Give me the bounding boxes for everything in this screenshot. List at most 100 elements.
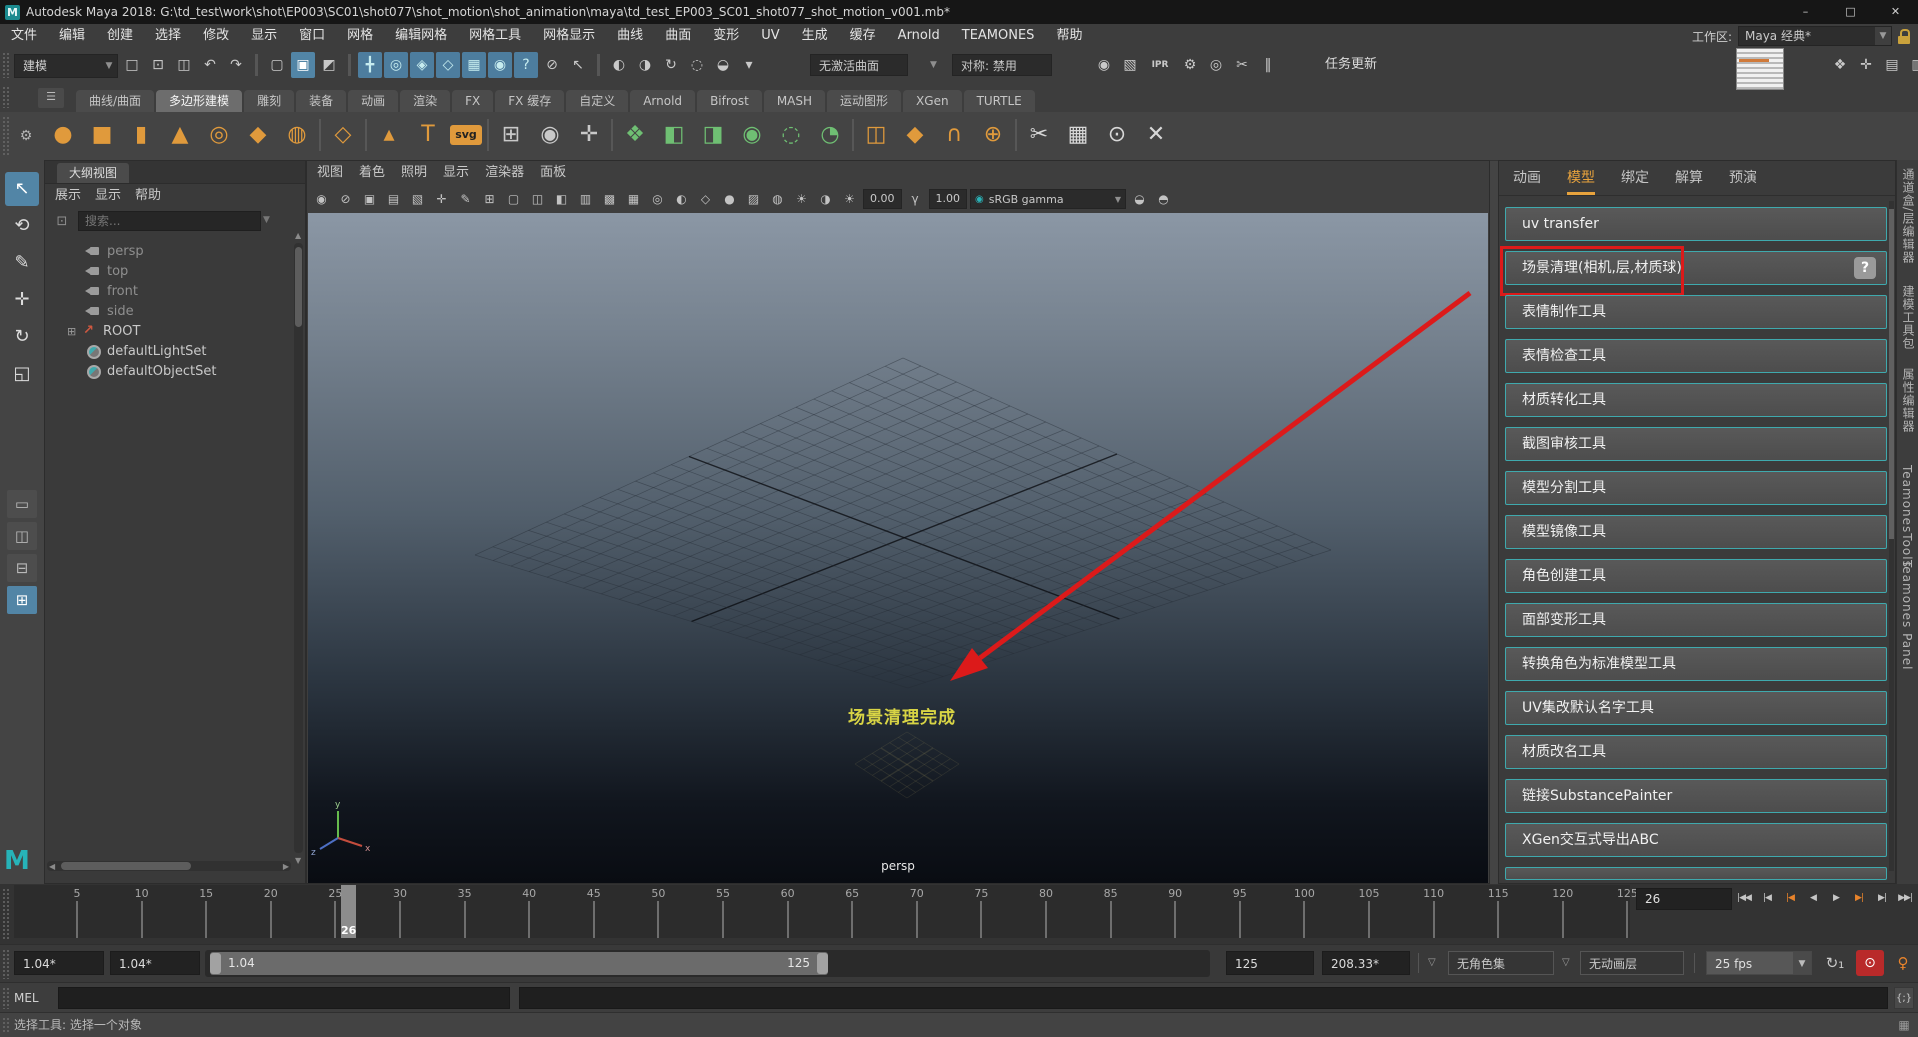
shelf-tab[interactable]: 装备	[296, 90, 346, 112]
menu-item[interactable]: UV	[750, 24, 790, 48]
shelf-tool-icon[interactable]	[365, 119, 367, 151]
expand-icon[interactable]: ⊞	[67, 325, 81, 338]
scrollbar-thumb[interactable]	[295, 247, 302, 327]
menu-item[interactable]: 网格工具	[458, 24, 532, 48]
character-set-select[interactable]: 无角色集	[1448, 951, 1554, 975]
menu-item[interactable]: 变形	[702, 24, 750, 48]
tool-panel-tab[interactable]: 动画	[1513, 165, 1541, 195]
outliner-item[interactable]: top	[45, 261, 295, 281]
outliner-item[interactable]: persp	[45, 241, 295, 261]
gamma-field[interactable]: 1.00	[929, 189, 968, 209]
select-object-icon[interactable]: ▣	[291, 52, 315, 78]
poly-sphere-icon[interactable]: ●	[46, 116, 80, 154]
lock-selection-icon[interactable]: ⊘	[540, 52, 564, 78]
grease-pencil-icon[interactable]: ✎	[455, 189, 476, 209]
section-grip[interactable]	[2, 1017, 10, 1034]
separate-icon[interactable]: ◧	[657, 116, 691, 154]
layout-two-pane-icon[interactable]: ◫	[7, 522, 37, 550]
shelf-tab[interactable]: 自定义	[566, 90, 628, 112]
gamma-icon[interactable]: γ	[905, 189, 926, 209]
auto-keyframe-toggle-icon[interactable]: ⊙	[1856, 950, 1884, 976]
shelf-tab[interactable]: 雕刻	[244, 90, 294, 112]
menu-item[interactable]: TEAMONES	[951, 24, 1046, 48]
exposure-field[interactable]: 0.00	[863, 189, 902, 209]
shelf-tab[interactable]: 动画	[348, 90, 398, 112]
symmetry-field[interactable]: 对称: 禁用	[952, 54, 1052, 76]
target-weld-icon[interactable]: ⊙	[1100, 116, 1134, 154]
layout-four-pane-icon[interactable]: ⊞	[7, 586, 37, 614]
menu-item[interactable]: 生成	[791, 24, 839, 48]
go-to-start-button[interactable]: |◀◀	[1733, 888, 1755, 908]
new-scene-icon[interactable]: □	[120, 52, 144, 78]
workspace-preview-popup[interactable]	[1736, 48, 1784, 90]
bookmarks-icon[interactable]: ▤	[383, 189, 404, 209]
undo-icon[interactable]: ↶	[198, 52, 222, 78]
safe-title-icon[interactable]: ▦	[623, 189, 644, 209]
character-controls-icon[interactable]: ✛	[1854, 52, 1878, 78]
range-slider-bar[interactable]: 1.04 125	[210, 952, 828, 975]
select-component-icon[interactable]: ◩	[317, 52, 341, 78]
type-tool-icon[interactable]: T	[411, 116, 445, 154]
section-grip[interactable]	[2, 949, 10, 979]
image-plane-icon[interactable]: ▧	[407, 189, 428, 209]
tool-button[interactable]: XGen交互式导出ABC	[1505, 823, 1887, 857]
panel-menu-item[interactable]: 展示	[55, 185, 81, 207]
multi-cut-icon[interactable]: ✂	[1022, 116, 1056, 154]
animation-layer-select[interactable]: 无动画层	[1580, 951, 1684, 975]
gate-mask-icon[interactable]: ◧	[551, 189, 572, 209]
sidebar-vertical-tab[interactable]: 建模工具包	[1900, 285, 1917, 350]
outliner-item[interactable]: front	[45, 281, 295, 301]
shelf-tool-icon[interactable]	[487, 119, 489, 151]
shelf-tab[interactable]: TURTLE	[964, 90, 1035, 112]
range-slider-groove[interactable]: 1.04 125	[205, 950, 1210, 977]
film-gate-icon[interactable]: ▢	[503, 189, 524, 209]
highlight-selection-mode-icon[interactable]: ↖	[566, 52, 590, 78]
chevron-down-icon[interactable]: ▼	[930, 60, 937, 70]
sidebar-vertical-tab[interactable]: Teamones Panel	[1900, 560, 1914, 671]
snap-to-grid-icon[interactable]: ╋	[358, 52, 382, 78]
tool-button[interactable]: UV集改默认名字工具	[1505, 691, 1887, 725]
sweep-mesh-icon[interactable]: ▴	[372, 116, 406, 154]
menu-item[interactable]: 修改	[192, 24, 240, 48]
shelf-tab[interactable]: 曲线/曲面	[76, 90, 154, 112]
menu-item[interactable]: 文件	[0, 24, 48, 48]
move-tool-icon[interactable]: ✛	[5, 283, 39, 317]
poly-plane-icon[interactable]: ◆	[241, 116, 275, 154]
outliner-item[interactable]: ⊞ ROOT	[45, 321, 295, 341]
menu-item[interactable]: 网格	[336, 24, 384, 48]
panel-menu-item[interactable]: 帮助	[135, 185, 161, 207]
make-live-icon[interactable]: ◉	[488, 52, 512, 78]
grid-icon[interactable]: ▦	[1896, 1017, 1912, 1033]
menu-item[interactable]: Arnold	[887, 24, 951, 48]
open-scene-icon[interactable]: ⊡	[146, 52, 170, 78]
snap-to-curve-icon[interactable]: ◎	[384, 52, 408, 78]
construction-history-icon[interactable]: ↻	[659, 52, 683, 78]
layout-split-pane-icon[interactable]: ⊟	[7, 554, 37, 582]
tool-panel-tab[interactable]: 模型	[1567, 165, 1595, 195]
chevron-down-icon[interactable]: ▽	[1562, 957, 1570, 968]
safe-action-icon[interactable]: ▩	[599, 189, 620, 209]
range-start-handle[interactable]	[210, 953, 221, 974]
poly-torus-icon[interactable]: ◎	[202, 116, 236, 154]
shelf-tab[interactable]: Arnold	[630, 90, 695, 112]
isolate-select-icon[interactable]: ◎	[647, 189, 668, 209]
maximize-button[interactable]: □	[1828, 0, 1873, 24]
chevron-down-icon[interactable]: ▼	[263, 215, 270, 225]
layout-single-pane-icon[interactable]: ▭	[7, 490, 37, 518]
extract-icon[interactable]: ◨	[696, 116, 730, 154]
viewport-canvas[interactable]: y x z 场景清理完成 persp	[308, 213, 1488, 883]
scroll-up-icon[interactable]: ▲	[295, 231, 301, 240]
render-current-frame-icon[interactable]: ▧	[1118, 52, 1142, 78]
no-history-icon[interactable]: ◌	[685, 52, 709, 78]
tool-button[interactable]	[1505, 867, 1887, 880]
quad-draw-icon[interactable]: ▦	[1061, 116, 1095, 154]
script-editor-icon[interactable]: {;}	[1894, 987, 1914, 1009]
command-language-button[interactable]: MEL	[14, 983, 39, 1013]
lattice-icon[interactable]: ⊞	[494, 116, 528, 154]
poly-disc-icon[interactable]: ◍	[280, 116, 314, 154]
2d-pan-zoom-icon[interactable]: ✛	[431, 189, 452, 209]
panel-menu-item[interactable]: 视图	[317, 162, 343, 184]
current-frame-marker[interactable]: 26	[341, 885, 356, 938]
channel-box-toggle-icon[interactable]: ▥	[1906, 52, 1918, 78]
more-options-arrow-icon[interactable]: ▾	[737, 52, 761, 78]
